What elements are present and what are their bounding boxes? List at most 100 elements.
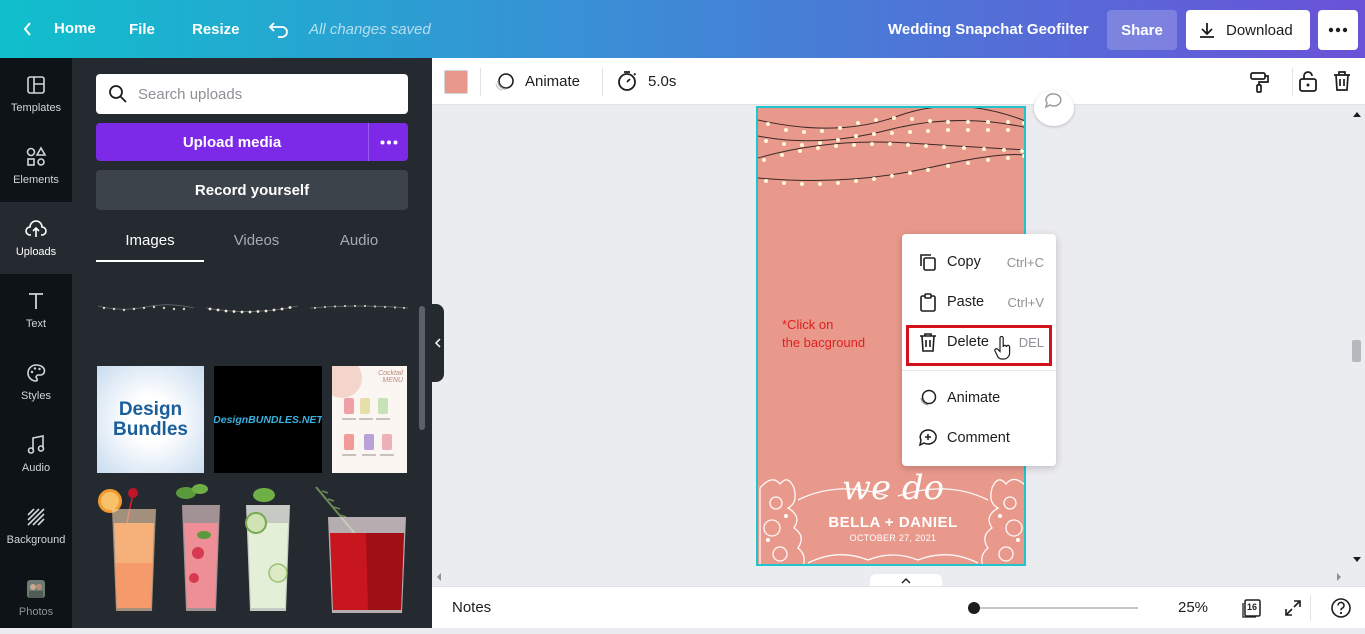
notes-button[interactable]: Notes: [452, 599, 491, 616]
expand-icon: [1285, 600, 1301, 616]
upload-thumb-lights-3[interactable]: [310, 298, 408, 318]
panel-scrollbar[interactable]: [419, 306, 425, 430]
photos-icon: [27, 580, 45, 598]
instruction-line-1: *Click on: [782, 317, 834, 332]
search-icon: [109, 85, 127, 103]
menu-shortcut: Ctrl+C: [1006, 254, 1044, 270]
paint-roller-icon: [1250, 72, 1269, 93]
expand-pages-handle[interactable]: [870, 574, 942, 586]
upload-media-button[interactable]: Upload media: [96, 123, 368, 161]
rail-label: Styles: [21, 390, 51, 402]
animate-icon: [495, 73, 514, 91]
rail-item-photos[interactable]: Photos: [0, 562, 72, 634]
tab-images[interactable]: Images: [96, 232, 204, 262]
bottom-bar: Notes 25% 16: [432, 586, 1365, 628]
rail-item-templates[interactable]: Templates: [0, 58, 72, 130]
menu-label: Animate: [947, 390, 1001, 406]
rail-item-elements[interactable]: Elements: [0, 130, 72, 202]
upload-thumb-logo-light[interactable]: Design Bundles: [97, 366, 204, 473]
wedding-date[interactable]: OCTOBER 27, 2021: [758, 533, 1024, 543]
rail-item-background[interactable]: Background: [0, 490, 72, 562]
upload-thumb-lights-1[interactable]: [98, 298, 194, 318]
rail-item-audio[interactable]: Audio: [0, 418, 72, 490]
upload-thumb-drink-strawberry[interactable]: [168, 483, 228, 618]
file-menu[interactable]: File: [129, 21, 155, 38]
menu-item-paste[interactable]: Paste Ctrl+V: [902, 282, 1056, 322]
undo-icon: [268, 22, 288, 38]
menu-item-comment[interactable]: Comment: [902, 418, 1056, 458]
upload-thumb-drink-cucumber[interactable]: [234, 483, 300, 618]
upload-thumb-lights-2[interactable]: [206, 298, 298, 320]
palette-icon: [27, 364, 46, 382]
color-swatch[interactable]: [444, 70, 468, 94]
rail-item-text[interactable]: Text: [0, 274, 72, 346]
toolbar-divider: [480, 68, 481, 96]
menu-item-copy[interactable]: Copy Ctrl+C: [902, 242, 1056, 282]
templates-icon: [27, 76, 45, 94]
script-text[interactable]: we do: [758, 468, 1024, 508]
zoom-level[interactable]: 25%: [1178, 599, 1208, 616]
document-title[interactable]: Wedding Snapchat Geofilter: [888, 21, 1089, 38]
resize-button[interactable]: Resize: [192, 21, 240, 38]
animate-icon: [920, 389, 937, 406]
rail-label: Elements: [13, 174, 59, 186]
paste-clipboard-icon: [920, 293, 936, 312]
collapse-panel-button[interactable]: [432, 304, 444, 382]
upload-thumb-logo-dark[interactable]: DesignBUNDLES.NET: [214, 366, 322, 473]
record-yourself-button[interactable]: Record yourself: [96, 170, 408, 210]
hand-cursor-icon: [994, 336, 1011, 360]
upload-thumb-drink-orange[interactable]: [96, 483, 162, 618]
page-count-button[interactable]: 16: [1242, 598, 1262, 618]
scroll-down-arrow-icon[interactable]: [1352, 556, 1362, 564]
text-icon: [29, 293, 43, 309]
copy-style-button[interactable]: [1248, 71, 1270, 98]
couple-names[interactable]: BELLA + DANIEL: [758, 514, 1024, 531]
rail-item-styles[interactable]: Styles: [0, 346, 72, 418]
comment-icon: [1044, 93, 1062, 109]
toolbar-divider: [1292, 68, 1293, 96]
menu-divider: [902, 370, 1056, 371]
scroll-up-arrow-icon[interactable]: [1352, 110, 1362, 118]
rail-item-uploads[interactable]: Uploads: [0, 202, 72, 274]
undo-button[interactable]: [268, 20, 290, 38]
upload-cloud-icon: [25, 220, 47, 237]
upload-more-button[interactable]: [368, 123, 408, 161]
delete-toolbar-button[interactable]: [1332, 70, 1352, 97]
search-box[interactable]: [96, 74, 408, 114]
toolbar-divider: [602, 68, 603, 96]
tab-videos[interactable]: Videos: [204, 232, 309, 262]
editor-toolbar: Animate 5.0s: [432, 58, 1365, 105]
home-button[interactable]: Home: [22, 20, 96, 37]
help-button[interactable]: [1330, 597, 1352, 624]
elements-icon: [26, 146, 47, 166]
add-comment-bubble[interactable]: [1034, 90, 1074, 126]
menu-label: Copy: [947, 254, 981, 270]
more-dots-icon: [1328, 27, 1348, 33]
rail-label: Text: [25, 318, 47, 330]
rail-label: Photos: [18, 606, 54, 618]
lock-button[interactable]: [1298, 70, 1318, 97]
zoom-slider-track[interactable]: [974, 607, 1138, 609]
rail-label: Audio: [21, 462, 51, 474]
more-options-button[interactable]: [1318, 10, 1358, 50]
chevron-up-icon: [901, 578, 911, 584]
tab-audio[interactable]: Audio: [309, 232, 409, 262]
zoom-slider-knob[interactable]: [968, 602, 980, 614]
share-button[interactable]: Share: [1107, 10, 1177, 50]
canvas-vertical-scrollbar[interactable]: [1352, 340, 1361, 362]
instruction-note: *Click on the bacground: [782, 316, 865, 352]
menu-item-animate[interactable]: Animate: [902, 378, 1056, 418]
more-dots-icon: [380, 140, 397, 144]
duration-label[interactable]: 5.0s: [648, 73, 676, 90]
instruction-line-2: the bacground: [782, 335, 866, 350]
chevron-left-icon: [435, 338, 441, 348]
upload-thumb-drink-red[interactable]: [306, 483, 410, 618]
download-button[interactable]: Download: [1186, 10, 1310, 50]
search-input[interactable]: [138, 85, 388, 103]
fullscreen-button[interactable]: [1283, 598, 1303, 623]
upload-thumb-cocktail-menu[interactable]: Cocktail MENU: [332, 366, 407, 473]
music-note-icon: [27, 435, 45, 454]
timer-button[interactable]: [616, 70, 638, 97]
animate-label[interactable]: Animate: [525, 73, 580, 90]
rail-label: Background: [6, 534, 66, 546]
